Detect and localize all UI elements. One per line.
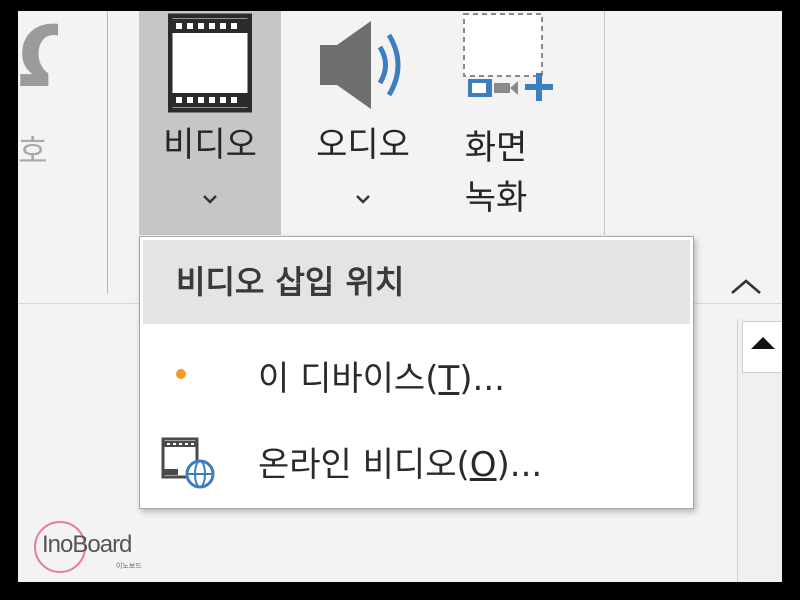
film-icon — [168, 13, 252, 113]
group-separator — [107, 11, 108, 294]
logo-brand-text: InoBoard — [42, 531, 132, 558]
scroll-up-button[interactable] — [742, 321, 782, 373]
menu-item-online-video[interactable]: 온라인 비디오(O)... — [143, 423, 690, 509]
chevron-down-icon — [356, 195, 370, 204]
menu-header: 비디오 삽입 위치 — [143, 240, 690, 324]
menu-item-label: 이 디바이스(T)... — [258, 359, 505, 399]
video-button-label: 비디오 — [163, 125, 257, 165]
audio-button-label: 오디오 — [316, 125, 410, 165]
omega-symbol-icon: Ω — [18, 15, 58, 105]
previous-ribbon-button[interactable]: Ω 호 — [18, 11, 98, 211]
logo-sub-text: 이노보드 — [116, 563, 142, 570]
menu-item-this-device[interactable]: 이 디바이스(T)... — [143, 337, 690, 423]
accelerator-key: O — [469, 445, 497, 485]
collapse-ribbon-chevron-up-icon[interactable] — [726, 273, 766, 299]
insert-video-dropdown-menu: 비디오 삽입 위치 이 디바이스(T)... 온라인 비디오(O)... — [139, 236, 694, 509]
screen-recording-button-label: 화면 녹화 — [464, 128, 528, 218]
speaker-icon — [320, 21, 401, 109]
audio-button[interactable]: 오디오 — [288, 11, 438, 235]
app-frame: Ω 호 비디오 오디오 화면 녹화 비디오 삽입 위치 이 디바이스(T)...… — [18, 11, 782, 582]
vertical-scrollbar[interactable] — [737, 319, 782, 582]
video-button[interactable]: 비디오 — [139, 11, 281, 235]
menu-header-title: 비디오 삽입 위치 — [176, 263, 405, 301]
screen-recording-button[interactable]: 화면 녹화 — [446, 11, 553, 235]
previous-button-label: 호 — [18, 132, 48, 170]
group-separator — [604, 11, 605, 235]
online-video-icon — [161, 437, 215, 489]
watermark-logo: InoBoard 이노보드 — [34, 521, 154, 577]
triangle-up-icon — [751, 337, 775, 349]
menu-item-label: 온라인 비디오(O)... — [258, 445, 543, 485]
screen-recording-icon — [463, 13, 553, 101]
dot-icon — [176, 369, 186, 379]
accelerator-key: T — [438, 359, 460, 399]
chevron-down-icon — [203, 195, 217, 204]
